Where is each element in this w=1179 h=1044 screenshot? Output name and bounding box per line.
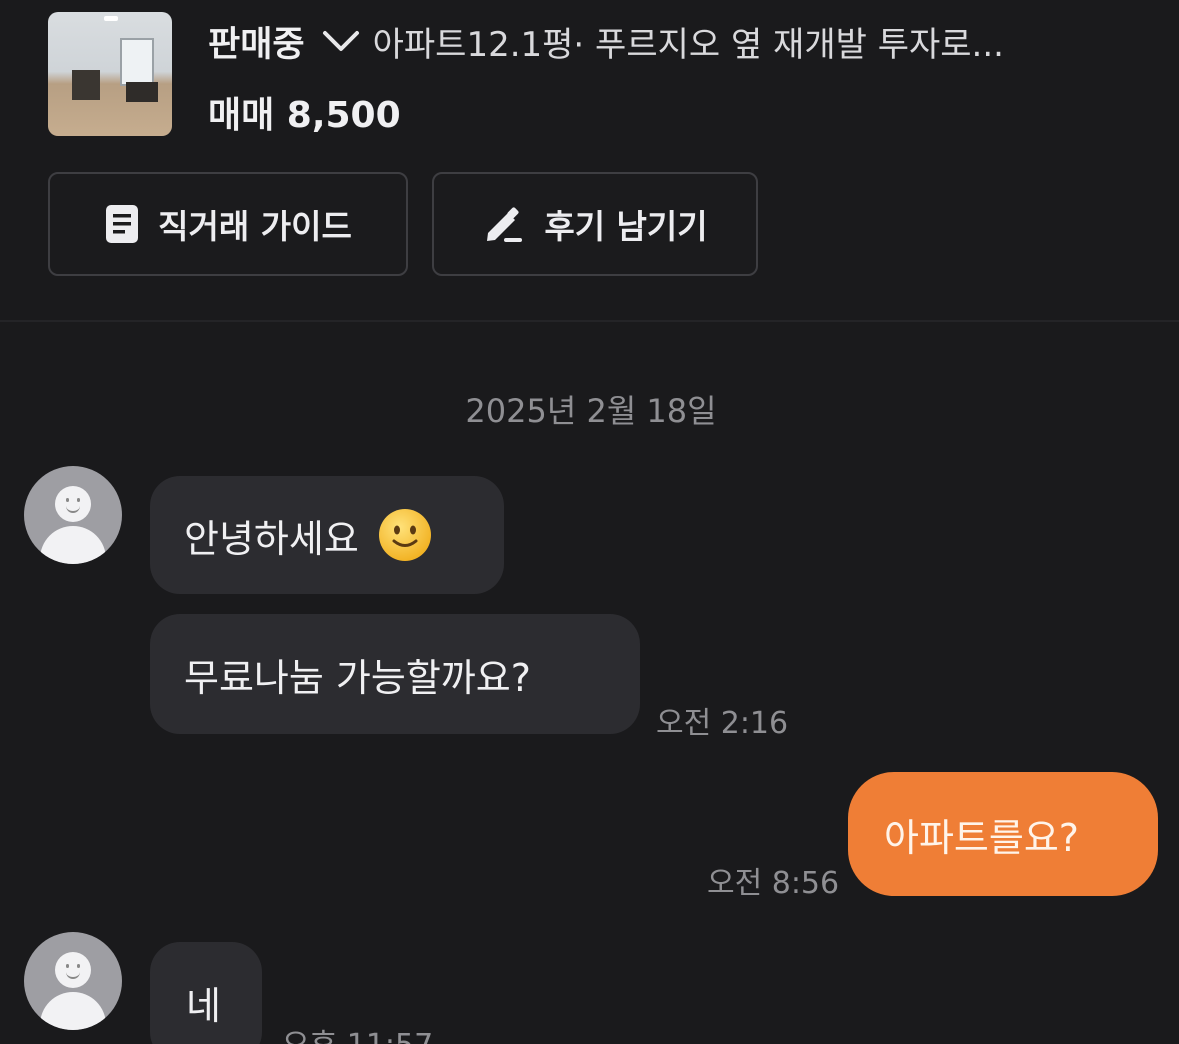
message-text: 무료나눔 가능할까요? [184,655,531,700]
write-review-button[interactable]: 후기 남기기 [432,172,758,276]
avatar-head [55,486,91,522]
message-timestamp: 오후 11:57 [282,1020,433,1044]
chevron-down-icon[interactable] [319,21,363,61]
smiley-emoji-icon [378,509,431,561]
listing-status-row[interactable]: 판매중 아파트12.1평· 푸르지오 옆 재개발 투자로... [208,16,1004,66]
message-timestamp: 오전 8:56 [707,866,840,901]
listing-header[interactable]: 판매중 아파트12.1평· 푸르지오 옆 재개발 투자로... 매매 8,500… [0,0,1179,320]
message-text: 안녕하세요 [184,516,359,561]
chat-screen: 판매중 아파트12.1평· 푸르지오 옆 재개발 투자로... 매매 8,500… [0,0,1179,1044]
date-separator: 2025년 2월 18일 [465,392,717,430]
trade-guide-button[interactable]: 직거래 가이드 [48,172,408,276]
sender-avatar[interactable] [24,932,122,1030]
listing-title: 아파트12.1평· 푸르지오 옆 재개발 투자로... [372,24,1004,65]
listing-thumbnail[interactable] [48,12,172,136]
pencil-icon [487,207,523,242]
message-bubble[interactable]: 네 [150,942,262,1044]
message-text: 네 [186,983,221,1028]
sender-avatar[interactable] [24,466,122,564]
avatar-head [55,952,91,988]
message-bubble[interactable]: 무료나눔 가능할까요? [150,614,640,734]
avatar-body [40,992,106,1030]
listing-price: 매매 8,500 [208,95,401,136]
ceiling-light [104,16,118,21]
document-icon [106,205,139,243]
avatar-body [40,526,106,564]
thumbnail-furniture [72,70,100,100]
message-text: 아파트를요? [884,815,1079,860]
my-message-bubble[interactable]: 아파트를요? [848,772,1158,896]
write-review-label: 후기 남기기 [544,207,708,246]
thumbnail-furniture [126,82,158,102]
message-timestamp: 오전 2:16 [656,706,789,741]
message-bubble[interactable]: 안녕하세요 [150,476,504,594]
sale-status[interactable]: 판매중 [208,16,305,67]
trade-guide-label: 직거래 가이드 [158,207,352,246]
thumbnail-window [120,38,154,86]
header-divider [0,320,1179,322]
